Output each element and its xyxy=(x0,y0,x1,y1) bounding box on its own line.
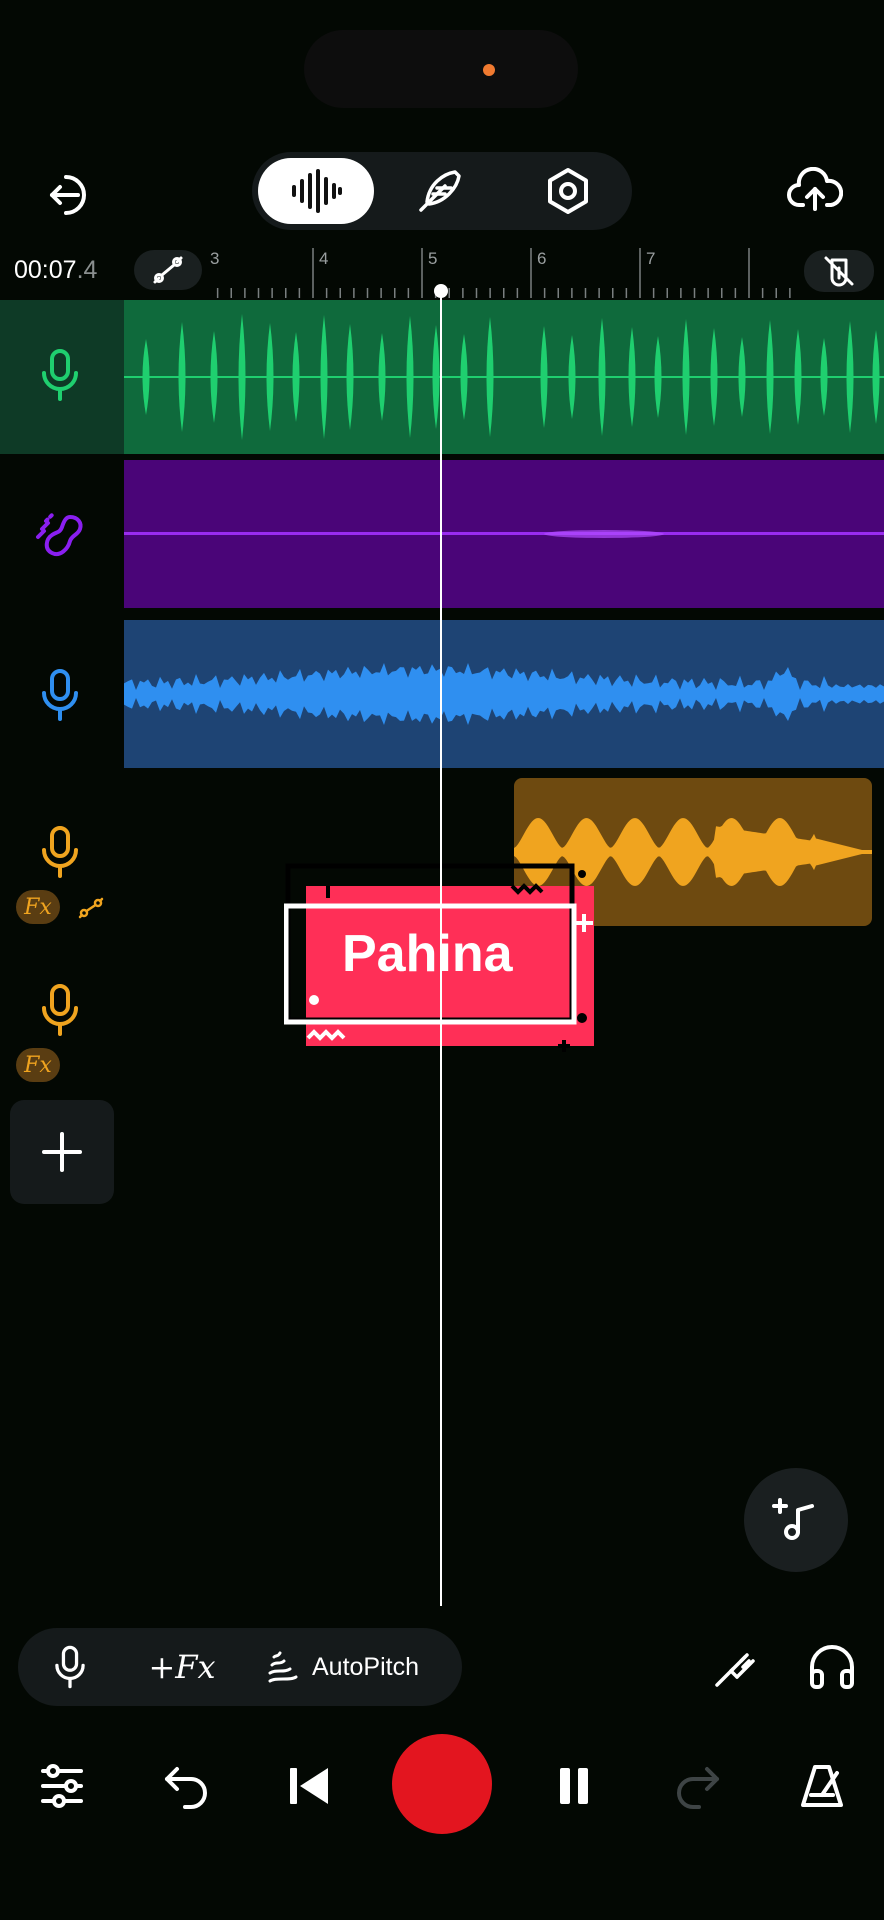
add-fx-label: +Fx xyxy=(148,1648,216,1686)
add-track-button[interactable] xyxy=(10,1100,114,1204)
pause-button[interactable] xyxy=(542,1754,606,1818)
playhead-handle[interactable] xyxy=(434,284,448,298)
track-3-icon[interactable] xyxy=(30,665,90,725)
waveform-icon xyxy=(292,169,342,213)
mic-icon xyxy=(42,826,78,878)
ruler-tick-label: 6 xyxy=(537,249,546,268)
ruler-tick-label: 4 xyxy=(319,249,328,268)
exit-button[interactable] xyxy=(40,165,100,225)
tuning-fork-button[interactable] xyxy=(704,1636,766,1698)
autopitch-button[interactable]: AutoPitch xyxy=(262,1636,444,1698)
track-5-icon[interactable] xyxy=(30,980,90,1040)
clip-track-3[interactable] xyxy=(124,620,884,768)
upload-cloud-button[interactable] xyxy=(780,160,850,220)
ruler-tick-label: 3 xyxy=(210,249,219,268)
ruler-tick-label: 5 xyxy=(428,249,437,268)
mode-tab-effects[interactable] xyxy=(400,158,480,224)
automation-curve-icon xyxy=(153,256,183,284)
time-fraction: .4 xyxy=(76,256,98,284)
fx-badge-label: Fx xyxy=(24,894,52,920)
guitar-icon xyxy=(36,513,83,556)
mic-icon xyxy=(42,984,78,1036)
mic-icon xyxy=(42,349,78,401)
fx-badge-label: Fx xyxy=(24,1052,52,1078)
track-4-automation-icon[interactable] xyxy=(76,894,106,922)
metronome-toggle-button[interactable] xyxy=(804,250,874,292)
add-music-note-icon xyxy=(772,1498,814,1540)
mixer-button[interactable] xyxy=(30,1754,94,1818)
camera-notch xyxy=(304,30,578,108)
ruler-ticks: 3 4 5 6 7 xyxy=(210,248,791,298)
plus-icon xyxy=(42,1132,82,1172)
mode-tab-settings[interactable] xyxy=(528,158,608,224)
waveform-purple xyxy=(124,530,884,538)
undo-button[interactable] xyxy=(154,1754,218,1818)
automation-button[interactable] xyxy=(134,250,202,290)
mode-tab-waveform[interactable] xyxy=(258,158,374,224)
record-button[interactable] xyxy=(392,1734,492,1834)
skip-back-button[interactable] xyxy=(276,1754,340,1818)
autopitch-icon xyxy=(268,1651,298,1683)
waveform-green xyxy=(124,314,884,440)
mic-icon xyxy=(42,669,78,721)
automation-curve-icon xyxy=(78,897,104,919)
redo-icon xyxy=(677,1767,719,1809)
track-4-fx-badge[interactable]: Fx xyxy=(16,890,60,924)
time-main: 00:07 xyxy=(14,256,77,284)
metronome-off-icon xyxy=(824,256,854,287)
skip-back-icon xyxy=(290,1768,328,1804)
ruler-tick-label: 7 xyxy=(646,249,655,268)
exit-icon xyxy=(50,175,86,215)
track-5-fx-badge[interactable]: Fx xyxy=(16,1048,60,1082)
timeline-ruler[interactable]: 3 4 5 6 7 xyxy=(210,244,800,298)
sticker-text: Pahina xyxy=(342,925,513,983)
metronome-button[interactable] xyxy=(790,1754,854,1818)
cloud-upload-icon xyxy=(787,167,843,211)
sliders-icon xyxy=(41,1764,83,1808)
camera-dot xyxy=(483,64,495,76)
metronome-icon xyxy=(801,1765,843,1807)
undo-icon xyxy=(165,1767,207,1809)
redo-button[interactable] xyxy=(666,1754,730,1818)
hexagon-settings-icon xyxy=(548,168,588,214)
record-mode-button[interactable] xyxy=(44,1636,96,1698)
headphones-icon xyxy=(810,1645,854,1689)
pause-icon xyxy=(560,1768,588,1804)
add-music-button[interactable] xyxy=(744,1468,848,1572)
track-4-icon[interactable] xyxy=(30,822,90,882)
autopitch-label: AutoPitch xyxy=(312,1652,420,1681)
clip-track-1[interactable] xyxy=(124,300,884,454)
tuning-fork-icon xyxy=(715,1653,755,1687)
headphones-button[interactable] xyxy=(800,1636,864,1698)
clip-track-2[interactable] xyxy=(124,460,884,608)
add-fx-button[interactable]: +Fx xyxy=(140,1636,224,1698)
waveform-blue xyxy=(124,663,884,725)
track-1-icon xyxy=(30,345,90,405)
feather-icon xyxy=(419,170,461,212)
playhead-line xyxy=(440,290,442,1606)
mic-icon xyxy=(55,1645,85,1689)
time-display: 00:07.4 xyxy=(14,256,97,286)
track-2-icon[interactable] xyxy=(30,503,94,567)
